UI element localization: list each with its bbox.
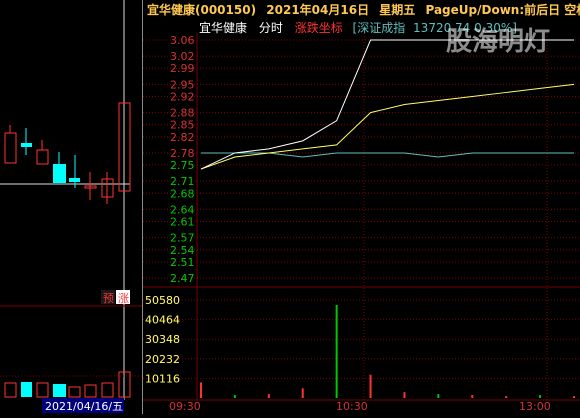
volume-tick-label: 50580 bbox=[145, 294, 180, 307]
price-tick-label: 2.88 bbox=[170, 107, 195, 120]
price-tick-label: 2.57 bbox=[170, 232, 195, 245]
time-tick-label: 09:30 bbox=[169, 400, 201, 413]
price-axis-labels: 3.06 3.022.99 2.952.92 2.882.852.82 2.782.75… bbox=[170, 34, 195, 285]
price-tick-label: 2.78 bbox=[170, 147, 195, 160]
time-tick-label: 13:00 bbox=[519, 400, 551, 413]
price-tick-label: 2.68 bbox=[170, 187, 195, 200]
price-tick-label: 2.54 bbox=[170, 244, 195, 257]
price-series-line bbox=[200, 39, 574, 170]
intraday-volume-bars bbox=[200, 304, 575, 398]
volume-tick-label: 10116 bbox=[145, 372, 180, 385]
volume-tick-label: 40464 bbox=[145, 314, 180, 327]
price-grid bbox=[143, 39, 580, 379]
coord-label: 涨跌坐标 bbox=[295, 20, 343, 35]
volume-tick-label: 20232 bbox=[145, 353, 180, 366]
header-bar: 宜华健康(000150) 2021年04月16日 星期五 PageUp/Down… bbox=[147, 2, 580, 17]
stock-screen: 预 涨 2021/04/16/五 宜华健康(000150) 2021年04月16… bbox=[0, 0, 580, 414]
intraday-chart[interactable]: 3.06 3.022.99 2.952.92 2.882.852.82 2.782.75… bbox=[143, 20, 580, 413]
price-tick-label: 2.64 bbox=[170, 203, 195, 216]
price-tick-label: 2.82 bbox=[170, 131, 195, 144]
price-tick-label: 2.75 bbox=[170, 159, 195, 172]
vol-bar bbox=[21, 382, 32, 397]
price-tick-label: 3.02 bbox=[170, 50, 195, 63]
price-tick-label: 2.71 bbox=[170, 175, 195, 188]
tag-forecast: 预 bbox=[103, 292, 114, 305]
volume-tick-label: 30348 bbox=[145, 333, 180, 346]
vol-bar bbox=[53, 384, 66, 397]
price-tick-label: 2.95 bbox=[170, 78, 195, 91]
price-tick-label: 2.47 bbox=[170, 272, 195, 285]
candle bbox=[53, 164, 66, 183]
price-tick-label: 2.99 bbox=[170, 62, 195, 75]
average-price-line bbox=[200, 83, 575, 170]
svg-text:宜华健康(000150) 2021年04月16日: 宜华健康(000150) 2021年04月16日 星期五 PageUp/Down… bbox=[147, 2, 580, 17]
watermark: 股海明灯 bbox=[446, 27, 550, 57]
price-tick-label: 3.06 bbox=[170, 34, 195, 47]
keyboard-hint: PageUp/Down:前后日 空格键:操作 bbox=[425, 2, 580, 17]
candle bbox=[69, 178, 80, 182]
index-label: [深证成指 bbox=[353, 20, 406, 35]
price-tick-label: 2.51 bbox=[170, 256, 195, 269]
daily-date-label: 2021/04/16/五 bbox=[45, 400, 123, 413]
price-tick-label: 2.92 bbox=[170, 90, 195, 103]
header-weekday: 星期五 bbox=[379, 2, 415, 17]
price-tick-label: 2.61 bbox=[170, 216, 195, 229]
index-series-line bbox=[201, 152, 574, 158]
chart-mode-label: 分时 bbox=[259, 21, 283, 35]
volume-axis-labels: 50580 40464 30348 20232 10116 bbox=[145, 294, 180, 385]
tag-rise: 涨 bbox=[118, 292, 129, 305]
header-date: 2021年04月16日 bbox=[266, 2, 369, 17]
daily-kline-panel[interactable]: 预 涨 2021/04/16/五 bbox=[0, 0, 142, 414]
time-grid bbox=[196, 33, 548, 400]
time-tick-label: 10:30 bbox=[336, 400, 368, 413]
daily-panel-bg bbox=[0, 0, 142, 414]
stock-title: 宜华健康(000150) bbox=[147, 2, 256, 17]
chart-stock-name: 宜华健康 bbox=[199, 20, 247, 35]
time-axis-labels: 09:30 10:30 13:00 bbox=[169, 400, 551, 413]
price-tick-label: 2.85 bbox=[170, 119, 195, 132]
